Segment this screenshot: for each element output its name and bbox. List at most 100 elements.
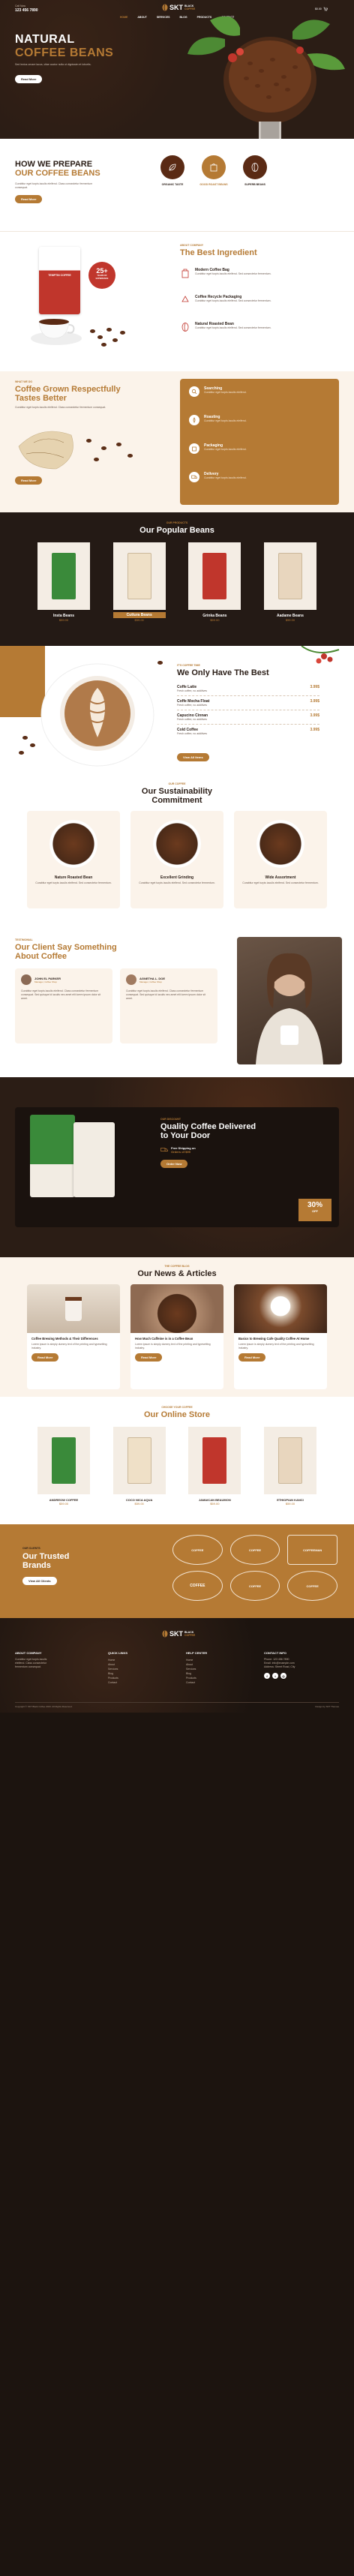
- hero-read-more-button[interactable]: Read More: [15, 75, 43, 83]
- news-2-text: Lorem ipsum is simply dummy text of the …: [135, 1342, 211, 1350]
- news-3-read-more-button[interactable]: Read More: [238, 1353, 266, 1362]
- brand-logo-6[interactable]: COFFEE: [287, 1571, 338, 1601]
- topbar-phone[interactable]: 123 456 7890: [15, 8, 38, 13]
- news-2-read-more-button[interactable]: Read More: [135, 1353, 163, 1362]
- store-eyebrow: CHOOSE YOUR COFFEE: [161, 1406, 193, 1409]
- sustain-section: OUR COFFEE Our Sustainability Commitment…: [0, 773, 354, 922]
- news-1-read-more-button[interactable]: Read More: [32, 1353, 59, 1362]
- product-image-1: [38, 542, 90, 610]
- brands-eyebrow: OUR CLIENTS: [22, 1547, 40, 1550]
- prepare-item-1: ORGANIC TASTE: [158, 155, 188, 186]
- nav-services[interactable]: SERVICES: [157, 16, 170, 23]
- footer-divider: [15, 1702, 339, 1703]
- news-image-3: [234, 1284, 327, 1333]
- store-image-2: [112, 1427, 166, 1494]
- best-item-4-text: Fresh coffee, no additives: [177, 732, 208, 735]
- sustain-card-1: Nature Roasted Bean Curabitur eget turpi…: [27, 811, 120, 908]
- popular-item-1[interactable]: Insta Beans $59.00: [38, 542, 90, 622]
- shipping-line2: Orders of $99: [171, 1150, 190, 1154]
- footer-col-contact-title: CONTACT INFO: [264, 1651, 286, 1655]
- woman-with-coffee-image: [237, 937, 342, 1064]
- cart-icon: [323, 7, 328, 11]
- footer-help-link[interactable]: Contact: [186, 1680, 246, 1685]
- footer-logo-brand: SKT: [170, 1630, 183, 1638]
- best-item-2-text: Fresh coffee, no additives: [177, 704, 208, 707]
- nav-about[interactable]: ABOUT: [137, 16, 146, 23]
- popular-item-2[interactable]: Cuttura Beans $59.00: [112, 542, 166, 622]
- bag-icon: [202, 155, 226, 179]
- best-section: IT'S COFFEE TIME We Only Have The Best C…: [0, 646, 354, 773]
- news-card-1[interactable]: Coffee Brewing Methods & Their Differenc…: [27, 1284, 120, 1389]
- leaf-icon: [160, 155, 184, 179]
- brand-logo-2[interactable]: COFFEE: [230, 1535, 280, 1565]
- brand-logo-5[interactable]: COFFEE: [230, 1571, 280, 1601]
- hero-coffee-scoop-image: [180, 17, 354, 139]
- nav-home[interactable]: HOME: [120, 16, 128, 23]
- best-item-2[interactable]: Coffe Mocha Float 3.99$ Fresh coffee, no …: [177, 696, 320, 710]
- brand-logo-1[interactable]: COFFEE: [172, 1535, 223, 1565]
- grown-step-3: Packaging Curabitur eget turpis iaculis e…: [189, 443, 247, 454]
- store-item-4[interactable]: ETHIOPIAN KANCI $59.00: [263, 1427, 316, 1506]
- best-item-4[interactable]: Cold Coffee 3.99$ Fresh coffee, no additi…: [177, 725, 320, 738]
- ingredient-feature-3: Natural Roasted Bean Curabitur eget turpi…: [180, 322, 338, 332]
- best-item-1[interactable]: Coffe Latte 3.99$ Fresh coffee, no additi…: [177, 683, 320, 696]
- coffee-bag-label: TEMPTIN COFFEE: [48, 274, 71, 277]
- grown-coffee-sack-image: [11, 416, 161, 476]
- brand-logo-4-text: COFFEE: [190, 1584, 206, 1588]
- prepare-section: HOW WE PREPARE OUR COFFEE BEANS Curabitu…: [0, 139, 354, 231]
- ingredient-feature-2: Coffee Recycle Packaging Curabitur eget t…: [180, 295, 338, 305]
- view-all-items-button[interactable]: View All Items: [177, 753, 209, 761]
- popular-section: OUR PRODUCTS Our Popular Beans Insta Bea…: [0, 512, 354, 646]
- instagram-icon[interactable]: ◎: [280, 1673, 286, 1679]
- order-now-button[interactable]: Order Now: [160, 1160, 188, 1168]
- best-item-3[interactable]: Capucino Cinnan 3.99$ Fresh coffee, no ad…: [177, 710, 320, 725]
- prepare-read-more-button[interactable]: Read More: [15, 195, 43, 203]
- brand-logos: COFFEE COFFEE COFFEEMAN COFFEE COFFEE CO…: [172, 1535, 338, 1601]
- store-item-1[interactable]: ANDREOW COFFEE $59.00: [38, 1427, 90, 1506]
- popular-item-4[interactable]: Aadame Beans $59.00: [263, 542, 316, 622]
- latte-art-image: [30, 655, 165, 767]
- cart-link[interactable]: $0.00: [315, 7, 328, 11]
- news-card-2[interactable]: How Much Caffeine is in a Coffee Bean Lo…: [130, 1284, 224, 1389]
- testimonial-title-line2: About Coffee: [15, 952, 68, 961]
- footer-logo[interactable]: SKT BLACK COFFEE: [162, 1630, 195, 1638]
- experience-badge: 25+ YEARS OF EXPERIENCE: [88, 262, 116, 289]
- ingredient-feature-2-text: Curabitur eget turpis iaculis eleifend. …: [195, 299, 272, 302]
- topbar-call: Call Now: [15, 5, 26, 8]
- sustain-card-3: Wide Assortment Curabitur eget turpis ia…: [234, 811, 327, 908]
- store-item-2[interactable]: COCO NICA AQUA $59.00: [112, 1427, 166, 1506]
- store-item-4-price: $59.00: [285, 1502, 296, 1506]
- avatar: [21, 974, 32, 985]
- logo-sub: BLACK COFFEE: [184, 5, 195, 11]
- testimonial-2-text: Curabitur eget turpis iaculis eleifend. …: [126, 989, 206, 1000]
- footer-quick-link[interactable]: Contact: [108, 1680, 168, 1685]
- discount-badge-off: OFF: [312, 1209, 318, 1213]
- store-bag-3: [202, 1437, 227, 1484]
- store-item-3[interactable]: JAMAICAN BEAUMON $59.00: [188, 1427, 242, 1506]
- news-card-3[interactable]: Basics to Brewing Cafe Quality Coffee At…: [234, 1284, 327, 1389]
- view-all-clients-button[interactable]: View All Clients: [22, 1577, 57, 1585]
- ingredient-eyebrow: ABOUT COMPANY: [180, 244, 204, 247]
- best-item-2-price: 3.99$: [310, 699, 320, 704]
- footer-social-icons: f t ◎: [264, 1673, 339, 1679]
- brands-section: OUR CLIENTS Our Trusted Brands View All …: [0, 1524, 354, 1618]
- popular-item-3[interactable]: Grinka Beans $59.00: [188, 542, 242, 622]
- brands-title-line2: Brands: [22, 1561, 51, 1570]
- coffee-bag: [39, 247, 80, 314]
- sustain-card-3-text: Curabitur eget turpis iaculis eleifend. …: [242, 881, 319, 884]
- news-1-text: Lorem ipsum is simply dummy text of the …: [32, 1342, 107, 1350]
- twitter-icon[interactable]: t: [272, 1673, 278, 1679]
- product-image-3: [188, 542, 242, 610]
- brand-logo-3[interactable]: COFFEEMAN: [287, 1535, 338, 1565]
- footer-about-line: fermentum consequat.: [15, 1665, 41, 1668]
- site-logo[interactable]: SKT BLACK COFFEE: [162, 4, 195, 11]
- store-list: ANDREOW COFFEE $59.00 COCO NICA AQUA $59…: [38, 1427, 316, 1506]
- news-1-title: Coffee Brewing Methods & Their Differenc…: [32, 1337, 98, 1341]
- brand-logo-2-text: COFFEE: [248, 1548, 262, 1552]
- hero-title-line1: NATURAL: [15, 33, 75, 46]
- grown-read-more-button[interactable]: Read More: [15, 476, 43, 485]
- brand-logo-4[interactable]: COFFEE: [172, 1571, 223, 1601]
- facebook-icon[interactable]: f: [264, 1673, 270, 1679]
- brand-logo-3-text: COFFEEMAN: [302, 1548, 322, 1552]
- footer-contact-line: Address: Street Road, City: [264, 1665, 296, 1668]
